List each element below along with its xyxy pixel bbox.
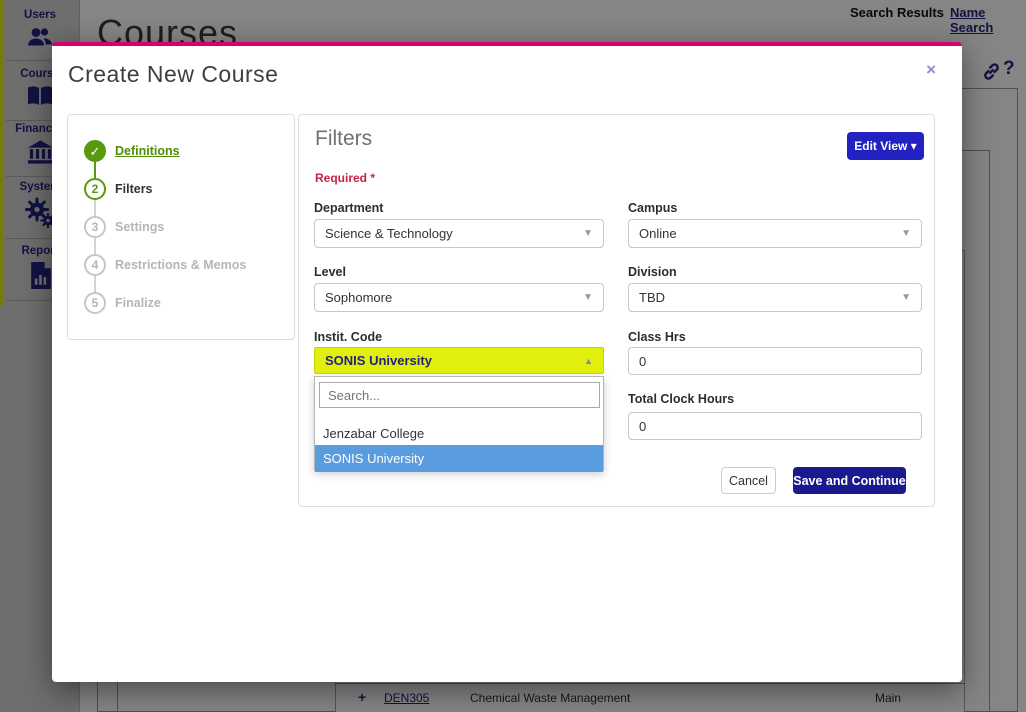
close-icon[interactable]: × (926, 60, 936, 80)
level-select[interactable]: Sophomore ▼ (314, 283, 604, 312)
step-label-restrictions: Restrictions & Memos (115, 258, 247, 272)
instit-code-label: Instit. Code (314, 330, 383, 344)
instit-code-value: SONIS University (325, 353, 432, 368)
division-select[interactable]: TBD ▼ (628, 283, 922, 312)
step-connector (94, 162, 96, 178)
filters-heading: Filters (315, 127, 373, 150)
chevron-up-icon: ▲ (584, 356, 593, 366)
save-and-continue-button[interactable]: Save and Continue (793, 467, 906, 494)
step-label-settings: Settings (115, 220, 165, 234)
dropdown-option[interactable]: Jenzabar College (315, 423, 603, 445)
step-connector (94, 276, 96, 292)
dropdown-option-selected[interactable]: SONIS University (315, 445, 603, 472)
total-clock-hours-label: Total Clock Hours (628, 392, 735, 406)
modal-title: Create New Course (68, 61, 279, 87)
required-note: Required * (315, 171, 376, 185)
step-label-definitions[interactable]: Definitions (115, 144, 180, 158)
chevron-down-icon: ▼ (583, 228, 593, 239)
class-hrs-label: Class Hrs (628, 330, 686, 344)
department-value: Science & Technology (325, 226, 453, 241)
edit-view-button[interactable]: Edit View ▾ (847, 132, 924, 160)
chevron-down-icon: ▼ (901, 228, 911, 239)
wizard-stepper: ✓ Definitions 2 Filters 3 Settings 4 Res… (67, 114, 295, 340)
step-circle-definitions[interactable]: ✓ (84, 140, 106, 162)
level-label: Level (314, 265, 346, 279)
create-course-modal: Create New Course × ✓ Definitions 2 Filt… (52, 42, 962, 682)
dropdown-search-input[interactable] (319, 382, 600, 408)
campus-select[interactable]: Online ▼ (628, 219, 922, 248)
class-hrs-input[interactable] (628, 347, 922, 375)
dropdown-option-blank[interactable] (315, 409, 603, 423)
step-circle-restrictions: 4 (84, 254, 106, 276)
division-value: TBD (639, 290, 665, 305)
level-value: Sophomore (325, 290, 393, 305)
step-circle-settings: 3 (84, 216, 106, 238)
screen: Users Course Financial System Report Cou… (0, 0, 1026, 712)
step-connector (94, 238, 96, 254)
cancel-button[interactable]: Cancel (721, 467, 776, 494)
instit-code-select[interactable]: SONIS University ▲ (314, 347, 604, 374)
campus-label: Campus (628, 201, 678, 215)
step-connector (94, 200, 96, 216)
instit-code-dropdown: Jenzabar College SONIS University (314, 376, 604, 472)
department-select[interactable]: Science & Technology ▼ (314, 219, 604, 248)
step-circle-filters[interactable]: 2 (84, 178, 106, 200)
chevron-down-icon: ▼ (583, 292, 593, 303)
chevron-down-icon: ▼ (901, 292, 911, 303)
department-label: Department (314, 201, 384, 215)
total-clock-hours-input[interactable] (628, 412, 922, 440)
division-label: Division (628, 265, 677, 279)
step-circle-finalize: 5 (84, 292, 106, 314)
step-label-filters: Filters (115, 182, 153, 196)
campus-value: Online (639, 226, 677, 241)
filters-panel: Filters Edit View ▾ Required * Departmen… (298, 114, 935, 507)
step-label-finalize: Finalize (115, 296, 161, 310)
